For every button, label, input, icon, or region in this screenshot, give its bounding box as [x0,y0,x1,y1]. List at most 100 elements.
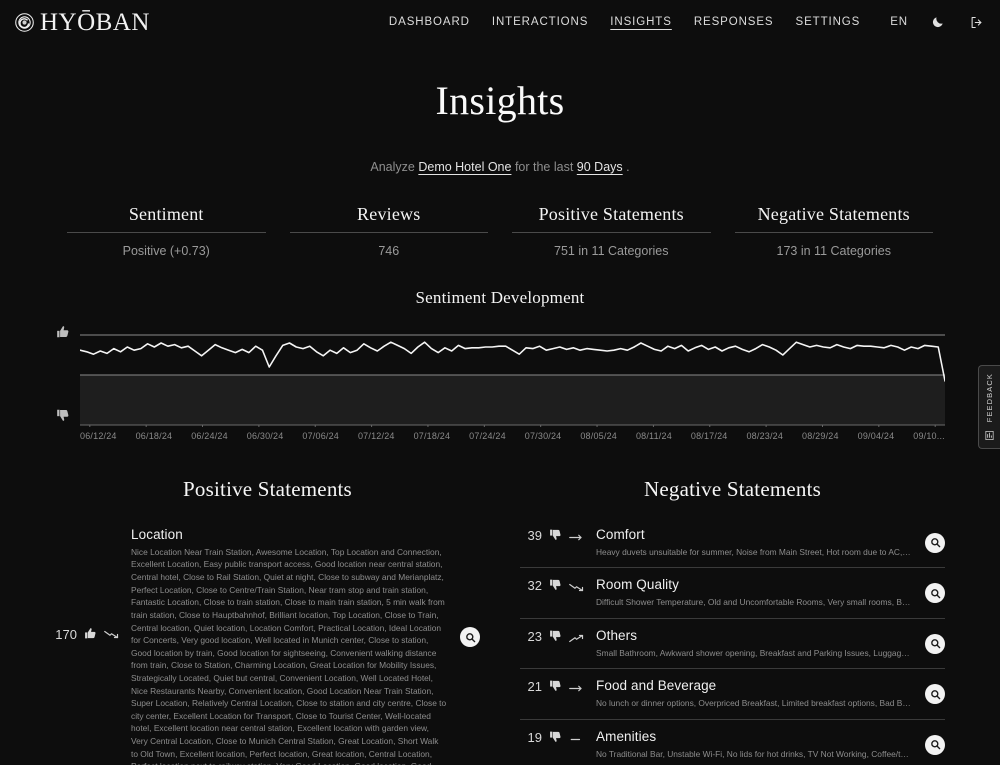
thumbs-down-icon [549,678,562,697]
statement-body: Others Small Bathroom, Awkward shower ope… [592,628,912,659]
stat-value: Positive (+0.73) [122,244,210,258]
x-axis-tick-label: 08/05/24 [580,431,617,441]
page-subtitle: Analyze Demo Hotel One for the last 90 D… [0,160,1000,174]
feedback-tab[interactable]: FEEDBACK [978,365,1000,449]
search-icon[interactable] [925,734,945,755]
nav-links: DASHBOARD INTERACTIONS INSIGHTS RESPONSE… [389,14,984,30]
top-navigation-bar: HYŌBAN DASHBOARD INTERACTIONS INSIGHTS R… [0,0,1000,44]
thumbs-down-icon [549,577,562,596]
list-item[interactable]: 23 Others Small Bathroom, Awkward shower o… [520,619,945,670]
x-axis-tick-label: 08/17/24 [690,431,728,441]
panel-title: Positive Statements [183,477,352,501]
x-axis-tick-label: 07/18/24 [413,431,451,441]
statement-body: Comfort Heavy duvets unsuitable for summe… [592,527,912,558]
statement-body: Amenities No Traditional Bar, Unstable Wi… [592,729,912,760]
stat-sentiment: Sentiment Positive (+0.73) [55,204,278,258]
statement-count: 23 [527,628,542,644]
statement-category: Location [131,527,183,542]
stat-label: Positive Statements [538,204,684,224]
statement-count: 21 [527,679,542,695]
nav-item-responses[interactable]: RESPONSES [694,16,774,28]
search-icon[interactable] [925,684,945,705]
trend-down-icon [104,527,120,645]
chart-title: Sentiment Development [415,288,585,307]
x-axis-tick-label: 09/10... [913,431,945,441]
nav-item-interactions[interactable]: INTERACTIONS [492,16,588,28]
statement-category: Comfort [596,527,645,542]
list-item[interactable]: 32 Room Quality Difficult Shower Temperatu… [520,568,945,619]
stat-value: 173 in 11 Categories [776,244,891,258]
statement-snippet: Nice Location Near Train Station, Awesom… [131,546,447,765]
trend-flat-icon [569,527,585,548]
spiral-icon [14,12,35,33]
negative-statements-list: 39 Comfort Heavy duvets unsuitable for sum… [520,518,945,765]
subject-link[interactable]: Demo Hotel One [418,160,511,174]
list-item[interactable]: 170 Location Nice Location Near Train St… [55,518,480,765]
search-icon[interactable] [925,532,945,553]
statement-category: Amenities [596,728,657,744]
subtitle-middle: for the last [514,160,574,174]
subtitle-suffix: . [626,160,630,174]
moon-icon[interactable] [930,14,946,30]
chart-bar-icon [984,428,995,446]
negative-band [80,375,945,425]
statement-category: Food and Beverage [596,678,717,694]
x-axis-tick-label: 07/24/24 [469,431,506,441]
chart-area: 06/12/24 06/18/24 06/24/24 06/30/24 07/06/24… [54,325,946,447]
nav-item-insights[interactable]: INSIGHTS [610,16,672,28]
list-item[interactable]: 39 Comfort Heavy duvets unsuitable for sum… [520,518,945,569]
statement-count: 170 [55,627,77,642]
x-axis-tick-label: 08/23/24 [746,431,784,441]
period-link[interactable]: 90 Days [577,160,623,174]
page-title: Insights [435,78,565,123]
stat-negative-statements: Negative Statements 173 in 11 Categories [723,204,946,258]
negative-statements-panel: Negative Statements 39 Comfort Heavy duvet… [520,477,945,765]
nav-item-dashboard[interactable]: DASHBOARD [389,16,470,28]
statement-body: Location Nice Location Near Train Statio… [127,527,447,765]
statement-count: 19 [527,729,542,745]
x-axis-tick-label: 07/30/24 [524,431,562,441]
positive-statements-panel: Positive Statements 170 Location Nice Lo… [55,477,480,765]
statement-body: Room Quality Difficult Shower Temperature… [592,577,912,608]
thumbs-up-icon [56,325,70,344]
thumbs-down-icon [549,527,562,546]
list-item[interactable]: 19 Amenities No Traditional Bar, Unstable … [520,720,945,765]
feedback-label: FEEDBACK [985,373,994,423]
trend-flat-icon [569,678,585,699]
chart-y-axis [54,325,76,427]
subtitle-prefix: Analyze [370,160,415,174]
statement-snippet: Difficult Shower Temperature, Old and Un… [596,597,912,608]
stat-label: Sentiment [128,204,204,224]
divider [734,232,933,233]
search-icon[interactable] [925,633,945,654]
search-icon[interactable] [925,583,945,604]
divider [289,232,488,233]
thumbs-up-icon [84,527,97,645]
x-axis-tick-label: 07/06/24 [302,431,340,441]
stat-reviews: Reviews 746 [278,204,501,258]
statement-snippet: No Traditional Bar, Unstable Wi-Fi, No l… [596,748,912,759]
x-axis-tick-label: 07/12/24 [357,431,395,441]
x-axis-tick-label: 06/18/24 [135,431,173,441]
statement-count: 39 [527,528,542,543]
nav-item-settings[interactable]: SETTINGS [796,16,861,28]
language-selector[interactable]: EN [890,16,908,28]
sentiment-line-plot [79,325,946,428]
brand-logo[interactable]: HYŌBAN [14,10,150,35]
positive-statements-list: 170 Location Nice Location Near Train St… [55,518,480,765]
x-axis-tick-label: 08/29/24 [802,431,839,441]
insights-page: HYŌBAN DASHBOARD INTERACTIONS INSIGHTS R… [0,0,1000,765]
trend-down-icon [569,577,585,598]
stat-value: 746 [378,244,400,258]
thumbs-down-icon [549,628,562,647]
thumbs-down-icon [56,408,70,427]
divider [67,232,266,233]
stat-positive-statements: Positive Statements 751 in 11 Categories [500,204,723,258]
sentiment-development-chart: Sentiment Development 06/12/24 06/18/24 … [0,288,1000,447]
list-item[interactable]: 21 Food and Beverage No lunch or dinner op… [520,669,945,720]
logout-icon[interactable] [968,14,984,30]
stat-label: Negative Statements [757,204,910,224]
brand-name: HYŌBAN [40,8,150,36]
search-icon[interactable] [460,627,480,647]
statement-body: Food and Beverage No lunch or dinner opti… [592,678,912,709]
